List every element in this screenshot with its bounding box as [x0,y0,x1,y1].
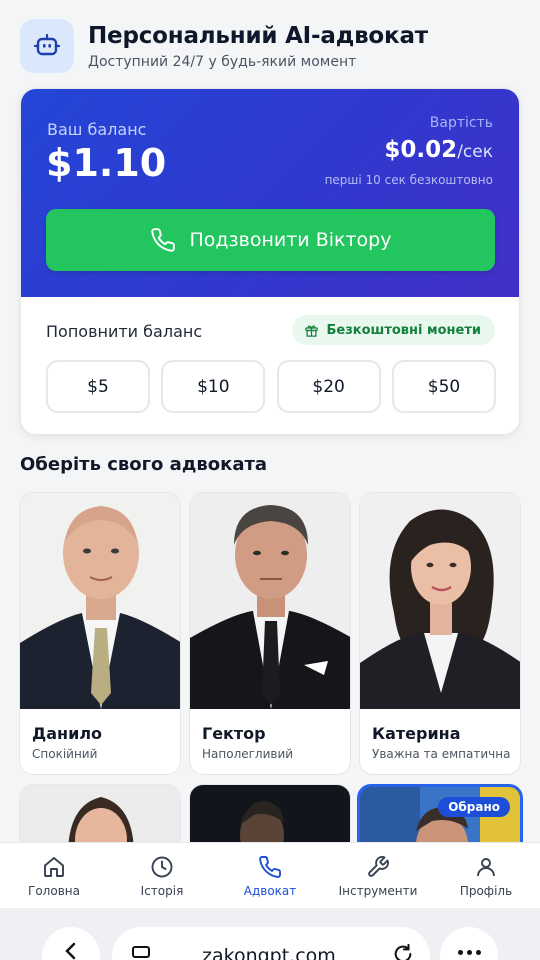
home-icon [44,857,64,877]
nav-label: Головна [28,884,80,898]
cost-value: $0.02/сек [384,137,493,163]
amount-button-20[interactable]: $20 [276,360,381,413]
bottom-nav: Головна Історія Адвокат Інструменти Проф… [0,842,540,908]
balance-panel: Ваш баланс $1.10 Вартість $0.02/сек перш… [21,89,519,297]
balance-value: $1.10 [46,141,167,185]
wrench-icon [368,856,389,877]
chevron-left-icon [65,942,76,960]
free-coins-button[interactable]: Безкоштовні монети [291,315,495,345]
tabs-icon[interactable] [132,946,150,958]
free-coins-label: Безкоштовні монети [326,322,482,338]
lawyer-card-hector[interactable]: Гектор Наполегливий [189,492,351,775]
nav-item-tools[interactable]: Інструменти [324,843,432,908]
app-header: Персональний AI-адвокат Доступний 24/7 у… [20,18,520,74]
browser-url-bar[interactable]: zakongpt.com [112,927,430,960]
nav-item-history[interactable]: Історія [108,843,216,908]
phone-icon [150,228,175,252]
lawyer-name: Данило [32,724,103,743]
cost-label: Вартість [429,115,493,131]
cost-note: перші 10 сек безкоштовно [324,173,493,187]
balance-card: Ваш баланс $1.10 Вартість $0.02/сек перш… [20,88,520,435]
page-title: Персональний AI-адвокат [88,22,428,49]
selected-badge: Обрано [438,797,510,817]
nav-label: Адвокат [243,884,297,898]
nav-label: Інструменти [338,884,418,898]
lawyer-photo [20,493,180,709]
call-button-label: Подзвонити Віктору [189,229,392,251]
browser-bar: zakongpt.com [0,908,540,960]
lawyer-description: Уважна та емпатична [372,747,511,761]
gift-icon [304,324,318,337]
lawyer-description: Спокійний [32,747,98,761]
browser-more-button[interactable] [440,927,498,960]
nav-item-home[interactable]: Головна [0,843,108,908]
balance-label: Ваш баланс [47,120,147,139]
call-button[interactable]: Подзвонити Віктору [46,209,495,271]
nav-label: Історія [140,884,184,898]
nav-item-profile[interactable]: Профіль [432,843,540,908]
lawyer-photo [190,493,350,709]
amount-options: $5 $10 $20 $50 [46,360,496,413]
clock-icon [151,856,173,878]
robot-icon [20,19,74,73]
nav-label: Профіль [459,884,513,898]
lawyer-name: Катерина [372,724,461,743]
lawyer-description: Наполегливий [202,747,294,761]
amount-button-10[interactable]: $10 [161,360,266,413]
reload-icon[interactable] [392,943,414,960]
phone-icon [259,856,281,878]
lawyer-card-kateryna[interactable]: Катерина Уважна та емпатична [359,492,521,775]
lawyer-card-danylo[interactable]: Данило Спокійний [19,492,181,775]
cost-unit: /сек [457,142,493,162]
amount-button-50[interactable]: $50 [391,360,496,413]
user-icon [477,858,495,877]
page-subtitle: Доступний 24/7 у будь-який момент [88,53,357,70]
browser-url: zakongpt.com [202,945,336,960]
amount-button-5[interactable]: $5 [46,360,150,413]
lawyer-photo [360,493,520,709]
lawyer-name: Гектор [202,724,266,743]
browser-back-button[interactable] [42,927,100,960]
section-title: Оберіть свого адвоката [20,454,268,475]
topup-label: Поповнити баланс [46,322,203,341]
cost-amount: $0.02 [384,137,458,163]
nav-item-lawyer[interactable]: Адвокат [216,843,324,908]
